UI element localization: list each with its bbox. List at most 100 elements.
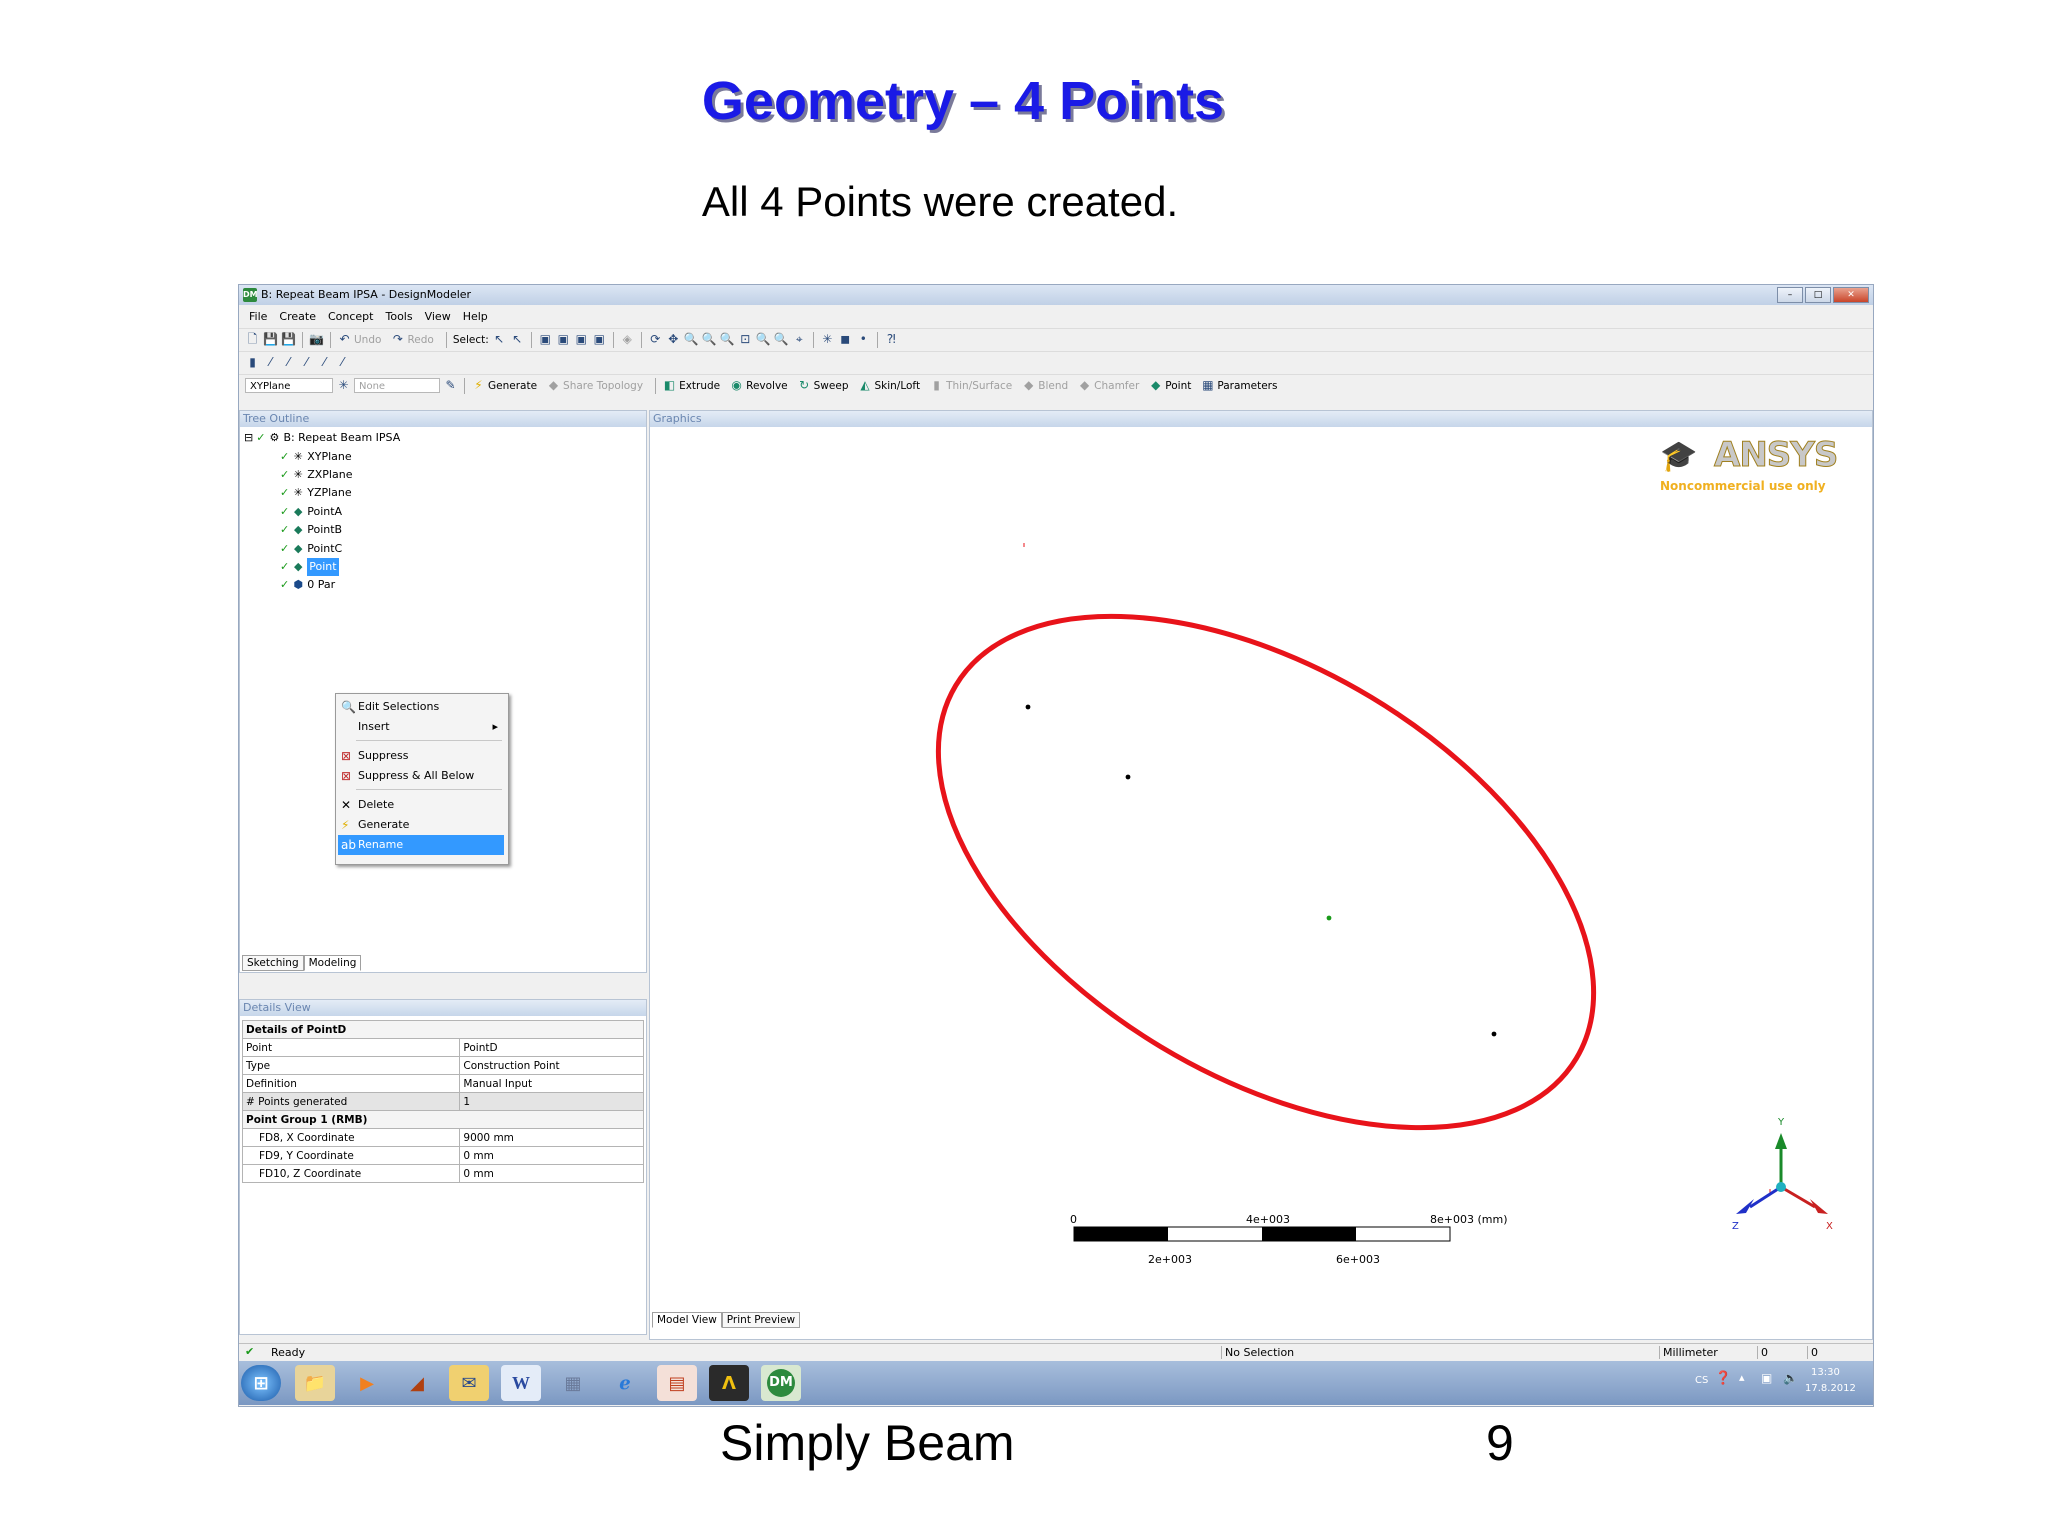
tree-item-pointd[interactable]: ✓ ◆ Point xyxy=(280,558,339,576)
menu-view[interactable]: View xyxy=(425,310,451,323)
table-row[interactable]: Type Construction Point xyxy=(241,1056,644,1075)
point-button[interactable]: ◆ Point xyxy=(1148,378,1191,393)
line-tool-5-icon[interactable]: ⁄ xyxy=(335,355,350,370)
extrude-button[interactable]: ◧ Extrude xyxy=(662,378,720,393)
clock-date[interactable]: 17.8.2012 xyxy=(1805,1383,1856,1394)
internet-explorer-icon[interactable]: ℯ xyxy=(605,1365,645,1401)
point-group-title[interactable]: Point Group 1 (RMB) xyxy=(242,1110,644,1129)
blend-button[interactable]: ◆ Blend xyxy=(1021,378,1068,393)
line-tool-4-icon[interactable]: ⁄ xyxy=(317,355,332,370)
point-marker[interactable] xyxy=(1025,704,1031,710)
tree-item-pointa[interactable]: ✓ ◆ PointA xyxy=(280,503,342,521)
thin-surface-button[interactable]: ▮ Thin/Surface xyxy=(929,378,1012,393)
model-canvas[interactable]: 0 4e+003 8e+003 (mm) 2e+003 6e+003 Y X Z xyxy=(650,427,1872,1307)
selection-filter-icon[interactable]: ◈ xyxy=(620,332,635,347)
tree-item-xyplane[interactable]: ✓ ✳ XYPlane xyxy=(280,448,352,466)
camera-icon[interactable]: 📷 xyxy=(309,332,324,347)
tab-sketching[interactable]: Sketching xyxy=(242,955,304,971)
select-edge-icon[interactable]: ▣ xyxy=(556,332,571,347)
help-icon[interactable]: ⁈ xyxy=(884,332,899,347)
share-topology-button[interactable]: ◆ Share Topology xyxy=(546,378,643,393)
table-row[interactable]: FD9, Y Coordinate 0 mm xyxy=(241,1146,644,1165)
zoom-to-fit-icon[interactable]: 🔍 xyxy=(756,332,771,347)
point-marker[interactable] xyxy=(1326,915,1332,921)
generate-button[interactable]: ⚡ Generate xyxy=(471,378,537,393)
tree-item-parts[interactable]: ✓ ⬢ 0 Par xyxy=(280,576,335,594)
graphics-viewport[interactable]: Graphics ANSYS 🎓 Noncommercial use only … xyxy=(649,410,1873,1340)
select-face-icon[interactable]: ▣ xyxy=(574,332,589,347)
display-mode-icon[interactable]: ◼ xyxy=(838,332,853,347)
triad-icon[interactable]: ✳ xyxy=(820,332,835,347)
tree-item-yzplane[interactable]: ✓ ✳ YZPlane xyxy=(280,484,352,502)
menu-item-delete[interactable]: ✕ Delete xyxy=(338,795,504,815)
word-icon[interactable]: W xyxy=(501,1365,541,1401)
chamfer-button[interactable]: ◆ Chamfer xyxy=(1077,378,1139,393)
designmodeler-taskbar-icon[interactable]: DM xyxy=(761,1365,801,1401)
rotate-icon[interactable]: ⟳ xyxy=(648,332,663,347)
menu-item-edit-selections[interactable]: 🔍 Edit Selections xyxy=(338,697,504,717)
start-button[interactable]: ⊞ xyxy=(241,1365,281,1401)
outlook-icon[interactable]: ✉ xyxy=(449,1365,489,1401)
media-player-icon[interactable]: ▶ xyxy=(347,1365,387,1401)
zoom-fit-icon[interactable]: ⊡ xyxy=(738,332,753,347)
tree-item-pointb[interactable]: ✓ ◆ PointB xyxy=(280,521,342,539)
new-plane-icon[interactable]: ✳ xyxy=(336,378,351,393)
save-as-icon[interactable]: 💾 xyxy=(281,332,296,347)
undo-button[interactable]: ↶ Undo xyxy=(337,332,381,347)
zoom-icon[interactable]: 🔍 xyxy=(684,332,699,347)
point-marker[interactable] xyxy=(1491,1031,1497,1037)
explorer-icon[interactable]: 📁 xyxy=(295,1365,335,1401)
parameters-button[interactable]: ▦ Parameters xyxy=(1200,378,1277,393)
select-body-icon[interactable]: ▣ xyxy=(592,332,607,347)
zoom-in-icon[interactable]: 🔍 xyxy=(720,332,735,347)
tree-item-pointc[interactable]: ✓ ◆ PointC xyxy=(280,540,342,558)
maximize-button[interactable]: □ xyxy=(1805,287,1831,303)
tree-item-zxplane[interactable]: ✓ ✳ ZXPlane xyxy=(280,466,352,484)
magnifier-icon[interactable]: 🔍 xyxy=(774,332,789,347)
line-tool-3-icon[interactable]: ⁄ xyxy=(299,355,314,370)
powerpoint-icon[interactable]: ▤ xyxy=(657,1365,697,1401)
menu-help[interactable]: Help xyxy=(463,310,488,323)
color-bar-icon[interactable]: ▮ xyxy=(245,355,260,370)
new-sketch-icon[interactable]: ✎ xyxy=(443,378,458,393)
close-button[interactable]: ✕ xyxy=(1833,287,1869,303)
ansys-workbench-icon[interactable]: Λ xyxy=(709,1365,749,1401)
menu-item-rename[interactable]: ab Rename xyxy=(338,835,504,855)
point-marker[interactable] xyxy=(1125,774,1131,780)
clock-time[interactable]: 13:30 xyxy=(1811,1367,1840,1378)
tree-root[interactable]: ⊟ ✓ ⚙ B: Repeat Beam IPSA xyxy=(244,429,400,447)
tab-model-view[interactable]: Model View xyxy=(652,1312,722,1328)
redo-button[interactable]: ↷ Redo xyxy=(390,332,434,347)
sketch-select[interactable]: None xyxy=(354,378,440,393)
menu-create[interactable]: Create xyxy=(279,310,316,323)
sweep-button[interactable]: ↻ Sweep xyxy=(797,378,848,393)
menu-item-suppress-all-below[interactable]: ⊠ Suppress & All Below xyxy=(338,766,504,786)
matlab-icon[interactable]: ◢ xyxy=(397,1365,437,1401)
select-point-icon[interactable]: ▣ xyxy=(538,332,553,347)
save-icon[interactable]: 💾 xyxy=(263,332,278,347)
network-icon[interactable]: ▣ xyxy=(1761,1371,1772,1385)
menu-item-generate[interactable]: ⚡ Generate xyxy=(338,815,504,835)
line-tool-icon[interactable]: ⁄ xyxy=(263,355,278,370)
point-display-icon[interactable]: • xyxy=(856,332,871,347)
new-icon[interactable]: 🗋 xyxy=(245,332,260,347)
tab-modeling[interactable]: Modeling xyxy=(303,955,362,971)
line-tool-2-icon[interactable]: ⁄ xyxy=(281,355,296,370)
collapse-icon[interactable]: ⊟ xyxy=(244,429,253,447)
zoom-box-icon[interactable]: 🔍 xyxy=(702,332,717,347)
table-row[interactable]: Definition Manual Input xyxy=(241,1074,644,1093)
calculator-icon[interactable]: ▦ xyxy=(553,1365,593,1401)
table-row[interactable]: Point PointD xyxy=(241,1038,644,1057)
menu-tools[interactable]: Tools xyxy=(385,310,412,323)
table-row[interactable]: FD8, X Coordinate 9000 mm xyxy=(241,1128,644,1147)
menu-item-insert[interactable]: Insert ▸ xyxy=(338,717,504,737)
menu-concept[interactable]: Concept xyxy=(328,310,374,323)
status-units[interactable]: Millimeter xyxy=(1659,1346,1718,1359)
help-tray-icon[interactable]: ❓ xyxy=(1715,1371,1731,1386)
select-pointer-icon[interactable]: ↖ xyxy=(492,332,507,347)
pan-icon[interactable]: ✥ xyxy=(666,332,681,347)
tray-arrow-icon[interactable]: ▴ xyxy=(1739,1371,1745,1384)
language-indicator[interactable]: CS xyxy=(1695,1375,1708,1386)
skin-loft-button[interactable]: ◭ Skin/Loft xyxy=(857,378,920,393)
minimize-button[interactable]: – xyxy=(1777,287,1803,303)
